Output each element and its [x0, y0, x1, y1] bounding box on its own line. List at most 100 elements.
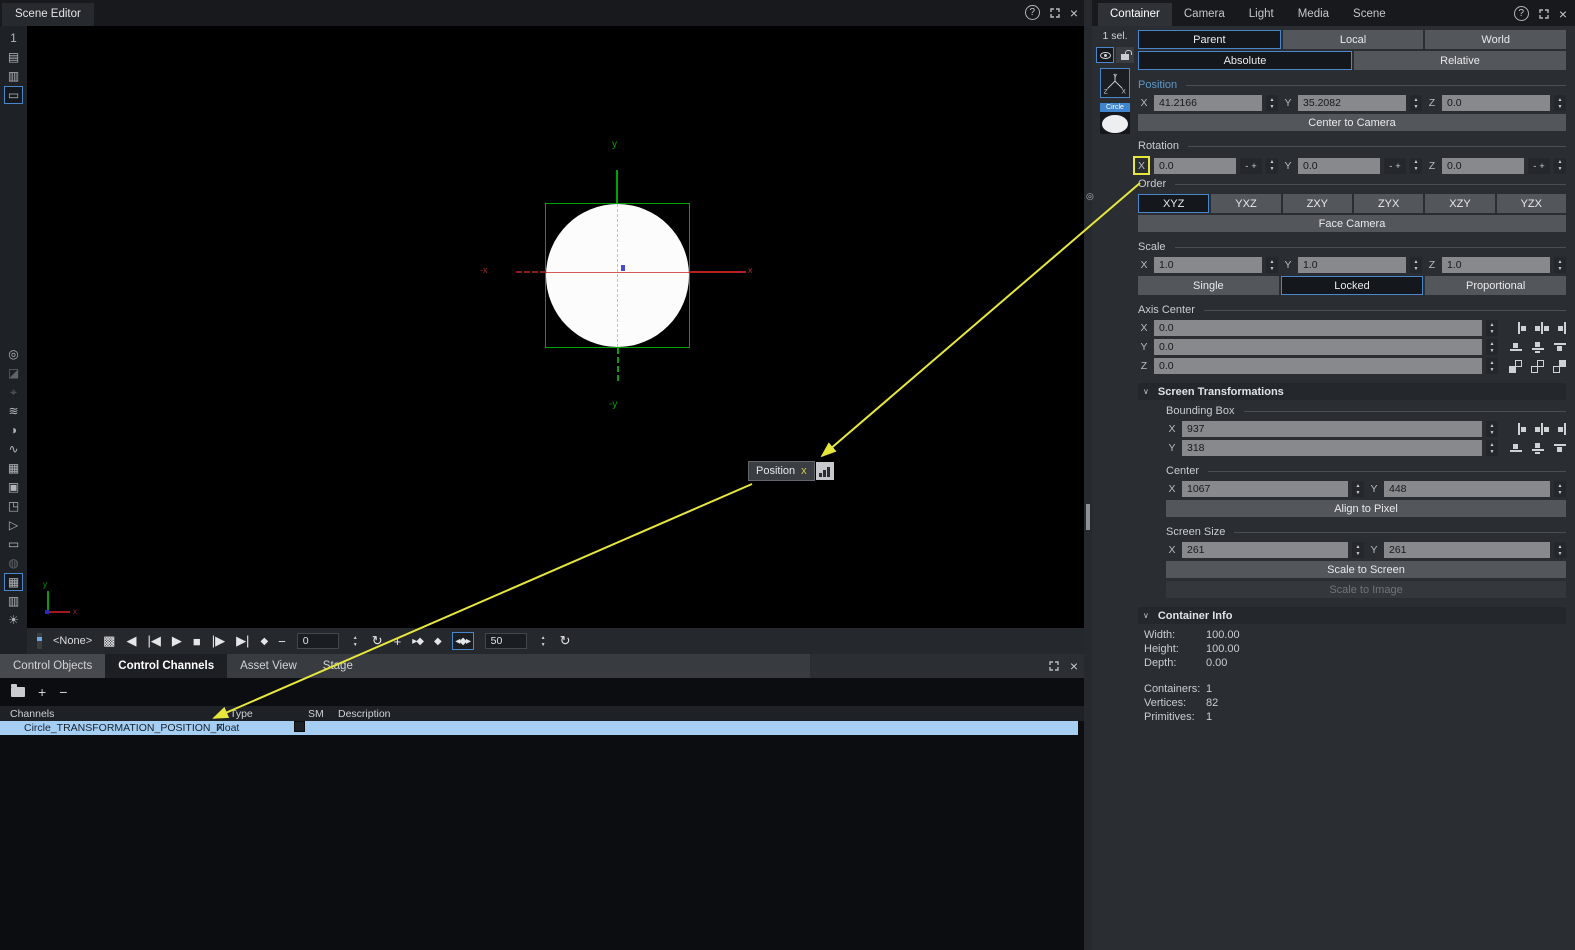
mode-absolute-button[interactable]: Absolute [1138, 51, 1352, 70]
position-x-input[interactable]: 41.2166 [1154, 95, 1262, 111]
clip-selector[interactable]: <None> [53, 635, 92, 647]
splitter-handle[interactable] [1086, 504, 1090, 530]
tab-scene[interactable]: Scene [1341, 3, 1398, 26]
add-folder-icon[interactable] [11, 687, 25, 697]
align-middle-icon[interactable] [1531, 342, 1544, 353]
go-to-end-button[interactable]: ▶| [236, 633, 249, 649]
axis-center-x-spinner[interactable]: ▲▼ [1486, 320, 1498, 336]
layers-icon[interactable]: ≋ [4, 402, 23, 420]
order-zxy-button[interactable]: ZXY [1283, 194, 1352, 213]
lock-toggle[interactable] [1116, 47, 1134, 63]
align-center-x-icon[interactable] [1535, 423, 1549, 436]
scale-single-button[interactable]: Single [1138, 276, 1279, 295]
add-keyframe-icon[interactable]: ◆ [434, 636, 441, 647]
order-zyx-button[interactable]: ZYX [1354, 194, 1423, 213]
z-back-icon[interactable] [1509, 360, 1522, 373]
order-yxz-button[interactable]: YXZ [1211, 194, 1280, 213]
center-x-spinner[interactable]: ▲▼ [1352, 481, 1364, 497]
align-to-pixel-button[interactable]: Align to Pixel [1166, 500, 1566, 517]
center-y-spinner[interactable]: ▲▼ [1554, 481, 1566, 497]
rotation-z-spinner[interactable]: ▲▼ [1554, 158, 1566, 174]
z-front-icon[interactable] [1553, 360, 1566, 373]
bbox-x-spinner[interactable]: ▲▼ [1486, 421, 1498, 437]
scale-x-input[interactable]: 1.0 [1154, 257, 1262, 273]
align-top-icon[interactable] [1553, 343, 1566, 351]
rotation-z-input[interactable]: 0.0 [1442, 158, 1524, 174]
end-frame-input[interactable]: 50 [485, 633, 527, 649]
rotation-y-dec-inc[interactable]: -+ [1384, 158, 1406, 174]
position-z-input[interactable]: 0.0 [1442, 95, 1550, 111]
close-icon[interactable]: × [1070, 6, 1078, 20]
center-y-input[interactable]: 448 [1384, 481, 1550, 497]
rotation-y-input[interactable]: 0.0 [1298, 158, 1380, 174]
rotation-y-spinner[interactable]: ▲▼ [1410, 158, 1422, 174]
axis-center-y-spinner[interactable]: ▲▼ [1486, 339, 1498, 355]
order-xzy-button[interactable]: XZY [1425, 194, 1494, 213]
align-right-icon[interactable] [1558, 322, 1566, 335]
keyframe-mode-button[interactable]: ◂◆▸ [452, 632, 474, 650]
sm-checkbox[interactable] [294, 721, 305, 732]
axis-center-x-input[interactable]: 0.0 [1154, 320, 1482, 336]
bbox-y-spinner[interactable]: ▲▼ [1486, 440, 1498, 456]
loop-icon[interactable]: ↻ [372, 633, 383, 649]
order-yzx-button[interactable]: YZX [1497, 194, 1566, 213]
add-channel-button[interactable]: + [38, 685, 46, 699]
center-x-input[interactable]: 1067 [1182, 481, 1348, 497]
scale-z-input[interactable]: 1.0 [1442, 257, 1550, 273]
tab-stage[interactable]: Stage [310, 654, 366, 678]
safe-area-icon[interactable]: ▣ [4, 478, 23, 496]
end-frame-spinner[interactable]: ▲▼ [538, 633, 549, 649]
screen-size-y-spinner[interactable]: ▲▼ [1554, 542, 1566, 558]
scale-z-spinner[interactable]: ▲▼ [1554, 257, 1566, 273]
camera-icon[interactable]: ◪ [4, 364, 23, 382]
position-y-input[interactable]: 35.2082 [1298, 95, 1406, 111]
stop-button[interactable]: ■ [193, 634, 201, 649]
bbox-y-input[interactable]: 318 [1182, 440, 1482, 456]
align-left-icon[interactable] [1518, 423, 1526, 436]
screen-transformations-header[interactable]: ∨ Screen Transformations [1138, 383, 1566, 400]
path-nodes-icon[interactable]: ∿ [4, 440, 23, 458]
face-camera-button[interactable]: Face Camera [1138, 215, 1566, 232]
rotation-z-dec-inc[interactable]: -+ [1528, 158, 1550, 174]
align-right-icon[interactable] [1558, 423, 1566, 436]
scene-editor-tab[interactable]: Scene Editor [2, 3, 94, 26]
position-x-spinner[interactable]: ▲▼ [1266, 95, 1278, 111]
expand-icon[interactable] [1049, 7, 1061, 19]
space-parent-button[interactable]: Parent [1138, 30, 1281, 49]
monitor-view-icon[interactable]: ▭ [4, 86, 23, 104]
axis-center-z-input[interactable]: 0.0 [1154, 358, 1482, 374]
align-top-icon[interactable] [1553, 444, 1566, 452]
align-middle-icon[interactable] [1531, 443, 1544, 454]
axis-center-z-spinner[interactable]: ▲▼ [1486, 358, 1498, 374]
rotation-x-input[interactable]: 0.0 [1154, 158, 1236, 174]
play-button[interactable]: ▶ [172, 633, 182, 649]
expand-icon[interactable] [1048, 660, 1060, 672]
loop-end-icon[interactable]: ↻ [560, 633, 571, 649]
align-bottom-icon[interactable] [1509, 444, 1522, 452]
help-icon[interactable]: ? [1025, 5, 1040, 20]
scale-locked-button[interactable]: Locked [1281, 276, 1424, 295]
close-icon[interactable]: × [1559, 7, 1567, 21]
tag-chart-icon[interactable] [816, 462, 834, 480]
scale-to-screen-button[interactable]: Scale to Screen [1166, 561, 1566, 578]
order-xyz-button[interactable]: XYZ [1138, 194, 1209, 213]
scale-y-input[interactable]: 1.0 [1298, 257, 1406, 273]
key-grid-icon[interactable]: ▦ [4, 459, 23, 477]
align-left-icon[interactable] [1518, 322, 1526, 335]
bbox-x-input[interactable]: 937 [1182, 421, 1482, 437]
next-keyframe-icon[interactable]: ▸◆ [412, 636, 423, 647]
play-frame-icon[interactable]: ▷ [4, 516, 23, 534]
channel-drag-tag[interactable]: Position x [748, 461, 834, 481]
close-icon[interactable]: × [1070, 659, 1078, 673]
screen-size-x-input[interactable]: 261 [1182, 542, 1348, 558]
expand-icon[interactable] [1538, 8, 1550, 20]
position-y-spinner[interactable]: ▲▼ [1410, 95, 1422, 111]
scale-proportional-button[interactable]: Proportional [1425, 276, 1566, 295]
step-forward-button[interactable]: |▶ [212, 633, 225, 649]
remove-channel-button[interactable]: − [59, 685, 67, 699]
scene-viewport[interactable]: y -y -x x y x [27, 26, 1086, 628]
decrement-button[interactable]: − [278, 634, 286, 649]
object-thumbnail[interactable] [1100, 112, 1130, 134]
space-world-button[interactable]: World [1425, 30, 1566, 49]
tab-control-objects[interactable]: Control Objects [0, 654, 105, 678]
